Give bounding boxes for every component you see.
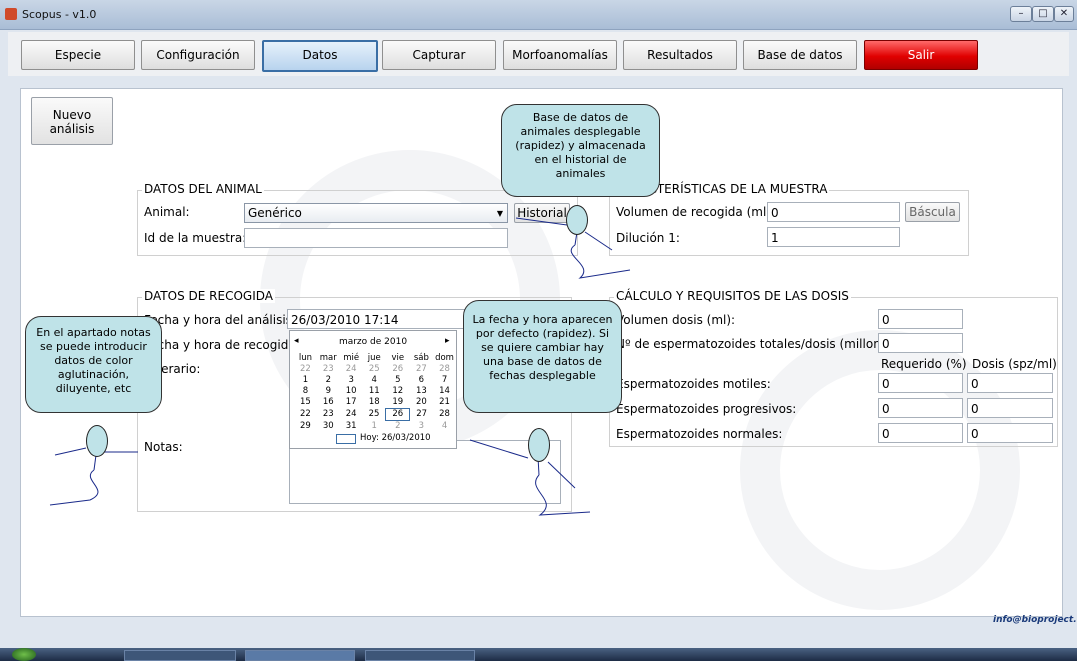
smiley-figure-icon	[528, 428, 550, 462]
callout-notes: En el apartado notas se puede introducir…	[25, 316, 162, 413]
callout-database: Base de datos de animales desplegable (r…	[501, 104, 660, 197]
taskbar-item[interactable]	[124, 650, 236, 661]
taskbar-item[interactable]	[365, 650, 475, 661]
callout-date: La fecha y hora aparecen por defecto (ra…	[463, 300, 622, 413]
smiley-figure-icon	[86, 425, 108, 457]
smiley-figure-icon	[566, 205, 588, 235]
start-button[interactable]	[12, 648, 36, 661]
taskbar-item-active[interactable]	[245, 650, 355, 661]
footer-email[interactable]: info@bioproject.es	[993, 615, 1077, 625]
